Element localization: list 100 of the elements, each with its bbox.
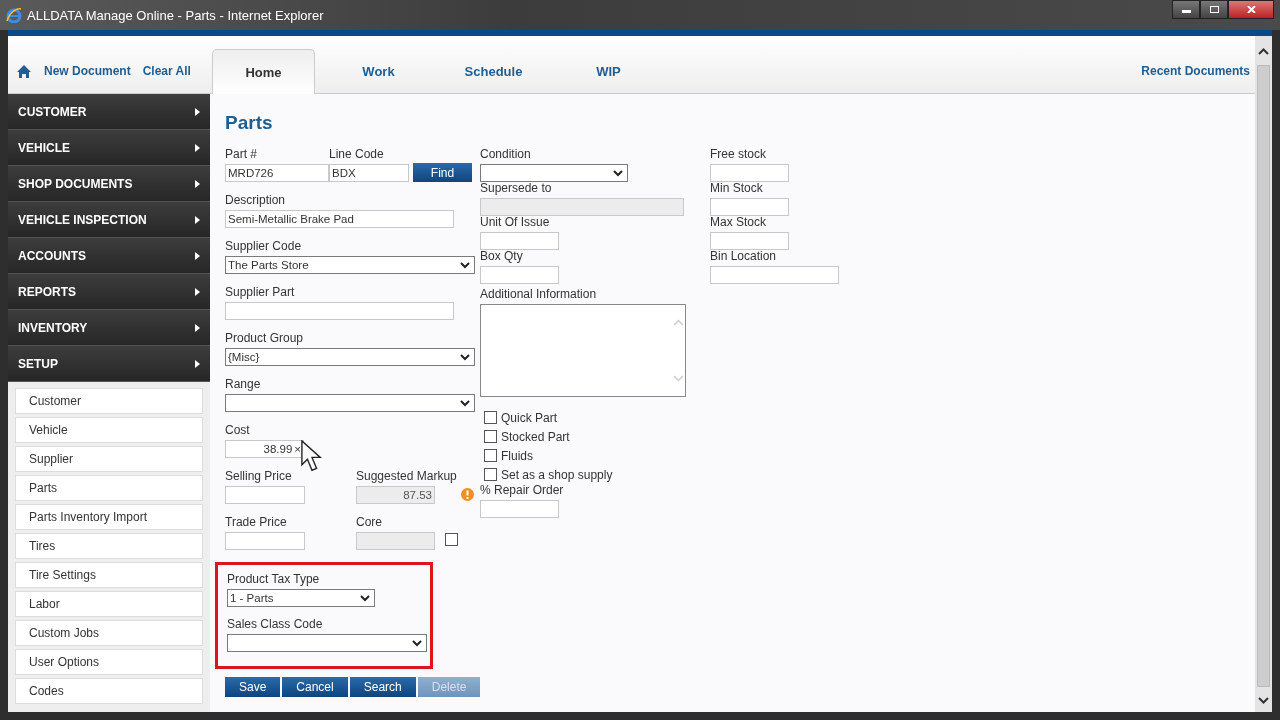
caret-icon xyxy=(412,639,422,647)
expand-arrow-icon xyxy=(195,179,200,188)
field-label: Supplier Part xyxy=(225,286,296,299)
checkbox[interactable] xyxy=(484,430,497,443)
field-label: % Repair Order xyxy=(480,484,565,497)
text-field[interactable]: MRD726 xyxy=(225,164,329,182)
scroll-up-icon xyxy=(1258,48,1269,55)
clear-button[interactable]: × xyxy=(294,441,301,457)
mouse-pointer-icon xyxy=(301,440,323,473)
checkbox[interactable] xyxy=(484,449,497,462)
text-field[interactable] xyxy=(710,164,789,182)
sidebar-menu[interactable]: SETUP xyxy=(8,346,210,382)
header-link[interactable]: Clear All xyxy=(142,64,191,78)
nav-tab[interactable]: WIP xyxy=(551,49,666,93)
dropdown[interactable]: 1 - Parts xyxy=(227,589,375,607)
text-field[interactable] xyxy=(710,232,789,250)
text-field[interactable] xyxy=(225,486,305,504)
checkbox-label: Stocked Part xyxy=(501,429,570,444)
sidebar-item[interactable]: Vehicle xyxy=(15,417,203,443)
nav-tab[interactable]: Work xyxy=(321,49,436,93)
close-button[interactable] xyxy=(1228,0,1274,19)
text-field[interactable] xyxy=(225,532,305,550)
sidebar-item[interactable]: Codes xyxy=(15,678,203,704)
dropdown[interactable]: The Parts Store xyxy=(225,256,475,274)
sidebar-menu[interactable]: INVENTORY xyxy=(8,310,210,346)
field-label: Product Tax Type xyxy=(227,573,321,586)
scroll-down-icon xyxy=(673,375,684,382)
sidebar-item[interactable]: Parts xyxy=(15,475,203,501)
text-field[interactable] xyxy=(225,302,454,320)
header-link[interactable]: New Document xyxy=(44,64,131,78)
field-label: Min Stock xyxy=(710,182,764,195)
sidebar-menu[interactable]: VEHICLE INSPECTION xyxy=(8,202,210,238)
maximize-button[interactable] xyxy=(1200,0,1228,19)
expand-arrow-icon xyxy=(195,107,200,116)
expand-arrow-icon xyxy=(195,143,200,152)
sidebar-menu[interactable]: CUSTOMER xyxy=(8,94,210,130)
text-field[interactable] xyxy=(480,232,559,250)
text-field[interactable]: BDX xyxy=(329,164,409,182)
text-area[interactable] xyxy=(480,304,686,397)
field-label: Unit Of Issue xyxy=(480,216,551,229)
expand-arrow-icon xyxy=(195,359,200,368)
window-title: ALLDATA Manage Online - Parts - Internet Explorer xyxy=(27,7,325,23)
sidebar-item[interactable]: Labor xyxy=(15,591,203,617)
field-label: Selling Price xyxy=(225,470,293,483)
caret-icon xyxy=(460,261,470,269)
dropdown[interactable]: {Misc} xyxy=(225,348,475,366)
browser-logo-icon xyxy=(6,7,22,23)
text-field[interactable]: 38.99 × xyxy=(225,440,304,458)
text-field[interactable] xyxy=(710,266,839,284)
header-link[interactable]: Recent Documents xyxy=(1141,64,1250,78)
checkbox-label: Set as a shop supply xyxy=(501,467,613,482)
sidebar-menu[interactable]: SHOP DOCUMENTS xyxy=(8,166,210,202)
sidebar-menu[interactable]: VEHICLE xyxy=(8,130,210,166)
page-title: Parts xyxy=(225,112,274,135)
find-button[interactable]: Find xyxy=(413,163,472,182)
field-label: Suggested Markup xyxy=(356,470,457,483)
text-field[interactable] xyxy=(710,198,789,216)
sidebar-item[interactable]: Supplier xyxy=(15,446,203,472)
nav-tab[interactable]: Home xyxy=(212,49,315,94)
text-field[interactable] xyxy=(480,500,559,518)
dropdown[interactable] xyxy=(480,164,628,182)
caret-icon xyxy=(460,353,470,361)
expand-arrow-icon xyxy=(195,323,200,332)
caret-icon xyxy=(360,594,370,602)
field-label: Sales Class Code xyxy=(227,618,324,631)
sidebar-item[interactable]: Customer xyxy=(15,388,203,414)
scroll-up-icon xyxy=(673,319,684,326)
field-label: Free stock xyxy=(710,148,767,161)
close-icon xyxy=(1245,6,1257,13)
field-label: Condition xyxy=(480,148,532,161)
action-button[interactable]: Save xyxy=(225,677,281,697)
checkbox-label: Quick Part xyxy=(501,410,557,425)
text-field[interactable]: Semi-Metallic Brake Pad xyxy=(225,210,454,228)
action-button[interactable]: Search xyxy=(349,677,416,697)
text-field[interactable] xyxy=(480,266,559,284)
expand-arrow-icon xyxy=(195,215,200,224)
field-label: Bin Location xyxy=(710,250,778,263)
expand-arrow-icon xyxy=(195,287,200,296)
field-label: Box Qty xyxy=(480,250,524,263)
field-label: Trade Price xyxy=(225,516,288,529)
field-label: Supersede to xyxy=(480,182,553,195)
sidebar-menu[interactable]: ACCOUNTS xyxy=(8,238,210,274)
caret-icon xyxy=(613,169,623,177)
minimize-button[interactable] xyxy=(1172,0,1200,19)
scroll-thumb[interactable] xyxy=(1257,65,1270,687)
sidebar-item[interactable]: Tires xyxy=(15,533,203,559)
action-button[interactable]: Cancel xyxy=(282,677,348,697)
dropdown[interactable] xyxy=(227,634,427,652)
field-label: Cost xyxy=(225,424,251,437)
scroll-down-icon xyxy=(1258,697,1269,704)
sidebar-item[interactable]: Parts Inventory Import xyxy=(15,504,203,530)
field-label: Range xyxy=(225,378,262,391)
checkbox[interactable] xyxy=(484,411,497,424)
sidebar-menu[interactable]: REPORTS xyxy=(8,274,210,310)
sidebar-item[interactable]: User Options xyxy=(15,649,203,675)
checkbox[interactable] xyxy=(484,468,497,481)
sidebar-item[interactable]: Tire Settings xyxy=(15,562,203,588)
dropdown[interactable] xyxy=(225,394,475,412)
sidebar-item[interactable]: Custom Jobs xyxy=(15,620,203,646)
nav-tab[interactable]: Schedule xyxy=(436,49,551,93)
